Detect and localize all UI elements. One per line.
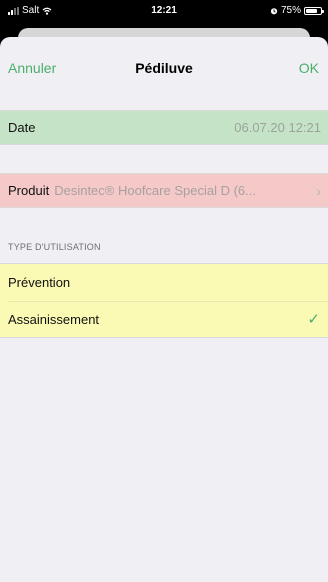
- ok-button[interactable]: OK: [299, 60, 319, 76]
- battery-percent: 75%: [280, 5, 301, 16]
- product-row[interactable]: Produit Desintec® Hoofcare Special D (6.…: [0, 173, 328, 208]
- product-label: Produit: [8, 183, 50, 198]
- option-label: Prévention: [8, 275, 71, 290]
- battery-icon: [304, 6, 324, 15]
- date-label: Date: [8, 120, 36, 135]
- checkmark-icon: ✓: [307, 311, 320, 328]
- date-value: 06.07.20 12:21: [234, 120, 321, 135]
- status-right: 75%: [270, 5, 324, 16]
- modal-sheet: Annuler Pédiluve OK Date 06.07.20 12:21 …: [0, 37, 328, 582]
- option-prevention[interactable]: Prévention: [0, 264, 328, 301]
- date-row[interactable]: Date 06.07.20 12:21: [0, 110, 328, 145]
- page-title: Pédiluve: [135, 60, 193, 76]
- navigation-bar: Annuler Pédiluve OK: [0, 37, 328, 95]
- status-bar: Salt 12:21 75%: [0, 0, 328, 22]
- option-assainissement[interactable]: Assainissement ✓: [0, 301, 328, 338]
- product-value: Desintec® Hoofcare Special D (6...: [54, 183, 256, 198]
- usage-type-header: TYPE D'UTILISATION: [8, 242, 101, 252]
- chevron-right-icon: ›: [316, 182, 321, 199]
- option-label: Assainissement: [8, 312, 100, 327]
- alarm-icon: [270, 7, 278, 14]
- usage-type-group: Prévention Assainissement ✓: [0, 263, 328, 338]
